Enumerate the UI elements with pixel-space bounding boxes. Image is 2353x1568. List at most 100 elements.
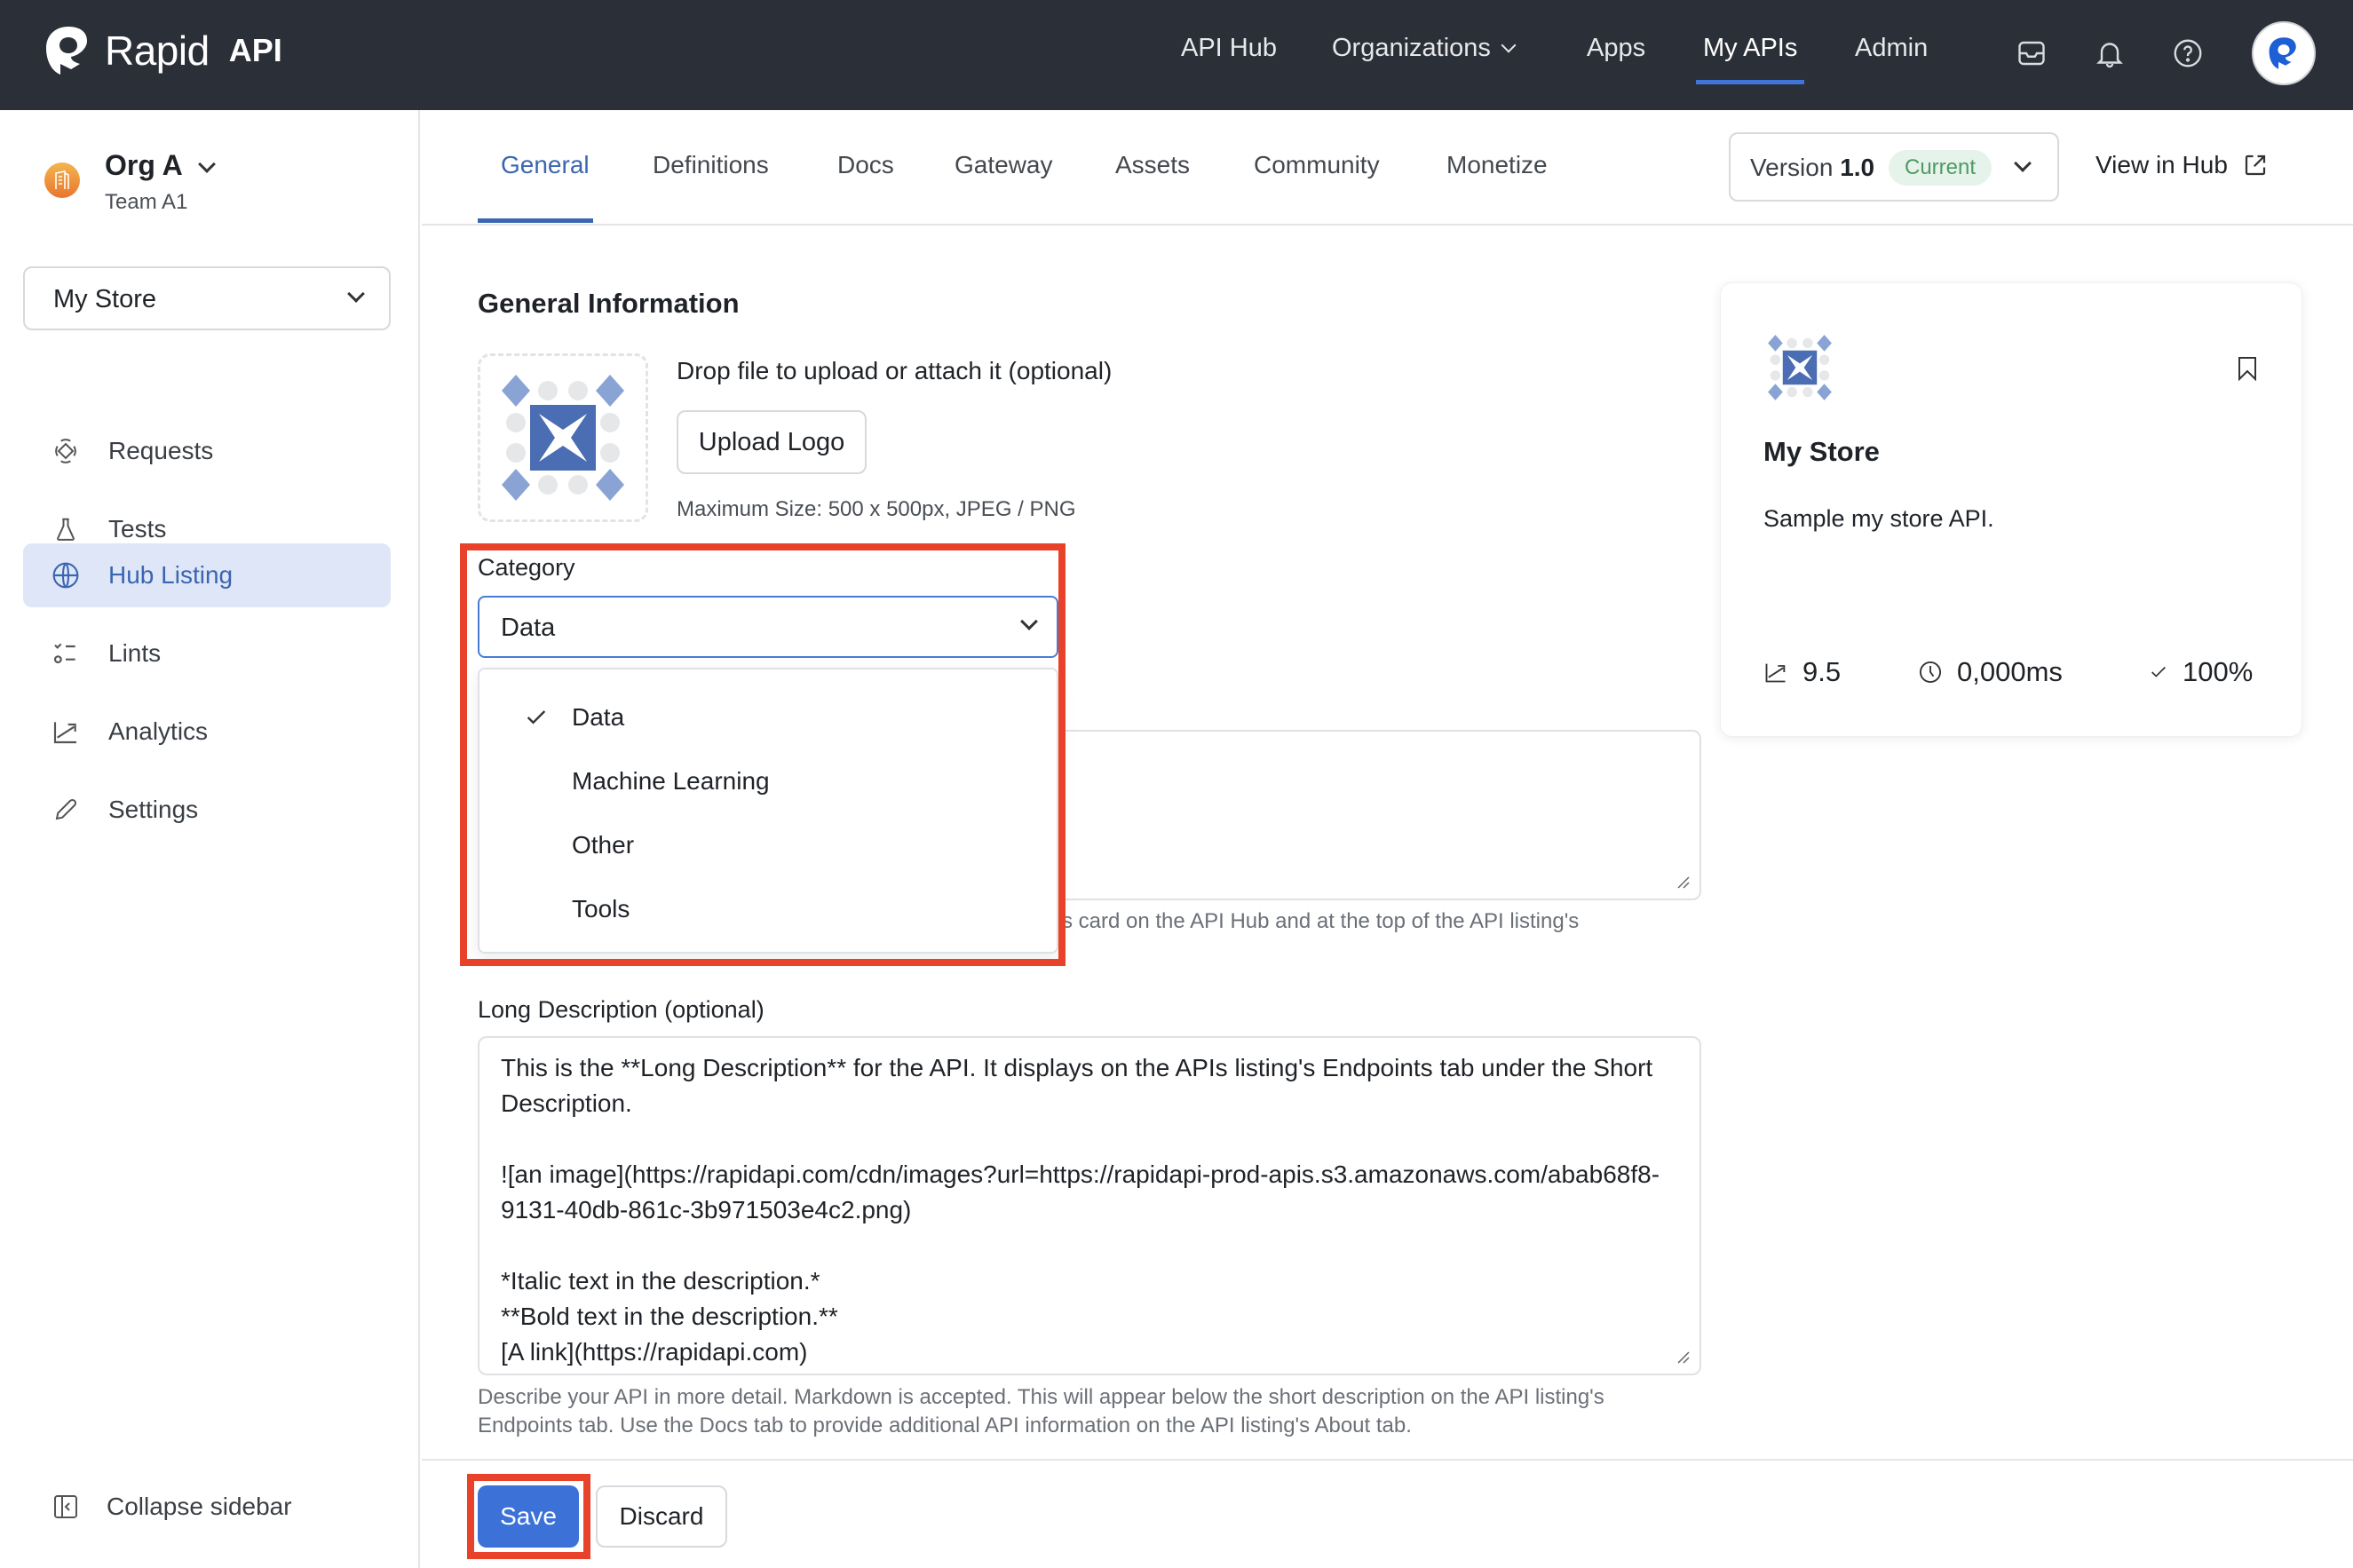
- discard-button[interactable]: Discard: [596, 1485, 727, 1548]
- sidebar-item-lints[interactable]: Lints: [23, 622, 391, 685]
- org-building-icon: [44, 162, 80, 198]
- sidebar-item-settings[interactable]: Settings: [23, 778, 391, 842]
- category-dropdown-menu: Data Machine Learning Other Tools: [478, 668, 1058, 954]
- inbox-icon[interactable]: [2016, 37, 2048, 69]
- globe-icon: [50, 559, 82, 591]
- sidebar-item-requests[interactable]: Requests: [23, 419, 391, 483]
- popularity-stat: 9.5: [1763, 656, 1841, 688]
- rapidapi-r-logo-icon: [46, 27, 87, 75]
- resize-handle-icon[interactable]: [1675, 1349, 1691, 1365]
- popularity-chart-icon: [1765, 663, 1786, 683]
- api-preview-card[interactable]: My Store Sample my store API. 9.5 0,000m…: [1720, 282, 2302, 737]
- topnav-my-apis[interactable]: My APIs: [1703, 34, 1797, 63]
- collapse-sidebar-icon: [54, 1495, 77, 1518]
- category-option-label: Machine Learning: [572, 767, 770, 795]
- view-in-hub-label: View in Hub: [2096, 151, 2228, 178]
- upload-logo-button[interactable]: Upload Logo: [677, 410, 867, 474]
- requests-icon: [50, 435, 82, 467]
- flask-icon: [50, 513, 82, 545]
- dropzone-instructions: Drop file to upload or attach it (option…: [677, 357, 1113, 384]
- api-select-value: My Store: [53, 285, 157, 313]
- version-number: 1.0: [1840, 154, 1875, 181]
- sidebar-item-label: Lints: [108, 639, 162, 667]
- topnav-apps[interactable]: Apps: [1587, 34, 1645, 63]
- pencil-icon: [50, 794, 82, 826]
- logo-dropzone[interactable]: [478, 353, 648, 522]
- topnav-organizations-label: Organizations: [1332, 34, 1491, 62]
- avatar-r-icon: [2269, 37, 2296, 69]
- view-in-hub-link[interactable]: View in Hub: [2096, 151, 2269, 179]
- topnav-organizations[interactable]: Organizations: [1332, 34, 1517, 63]
- topnav-admin[interactable]: Admin: [1855, 34, 1928, 63]
- chevron-down-icon: [347, 285, 365, 303]
- category-option-data[interactable]: Data: [479, 687, 1057, 749]
- bookmark-icon[interactable]: [2238, 356, 2257, 381]
- clock-icon: [1919, 661, 1942, 684]
- collapse-sidebar-label: Collapse sidebar: [107, 1493, 292, 1520]
- tab-bar: General Definitions Docs Gateway Assets …: [422, 110, 2353, 226]
- org-switcher[interactable]: Org A: [105, 149, 183, 182]
- tab-docs[interactable]: Docs: [837, 151, 894, 179]
- version-prefix: Version: [1750, 154, 1834, 181]
- top-navigation-bar: Rapid API API Hub Organizations Apps My …: [0, 0, 2353, 110]
- sidebar: Org A Team A1 My Store Requests Tests Hu…: [0, 110, 420, 1568]
- save-button[interactable]: Save: [478, 1485, 579, 1548]
- collapse-sidebar-button[interactable]: Collapse sidebar: [51, 1492, 292, 1522]
- sidebar-item-hub-listing[interactable]: Hub Listing: [23, 543, 391, 607]
- long-description-help: Describe your API in more detail. Markdo…: [478, 1385, 1604, 1437]
- tab-gateway[interactable]: Gateway: [955, 151, 1053, 179]
- latency-value: 0,000ms: [1957, 656, 2063, 687]
- check-icon: [527, 710, 546, 725]
- sidebar-item-label: Requests: [108, 437, 214, 464]
- long-description-textarea[interactable]: This is the **Long Description** for the…: [478, 1036, 1701, 1375]
- rapidapi-logo[interactable]: Rapid API: [44, 25, 282, 76]
- chevron-down-icon: [1501, 37, 1517, 53]
- tab-monetize[interactable]: Monetize: [1446, 151, 1548, 179]
- sidebar-item-analytics[interactable]: Analytics: [23, 700, 391, 764]
- category-option-machine-learning[interactable]: Machine Learning: [479, 751, 1057, 813]
- version-label: Version 1.0: [1750, 154, 1874, 182]
- long-description-value: This is the **Long Description** for the…: [501, 1054, 1660, 1366]
- api-logo-icon: [1768, 335, 1832, 400]
- bell-icon[interactable]: [2094, 37, 2126, 69]
- tab-general[interactable]: General: [501, 151, 590, 179]
- tab-assets[interactable]: Assets: [1115, 151, 1190, 179]
- sidebar-item-label: Hub Listing: [108, 561, 234, 589]
- sidebar-item-label: Settings: [108, 796, 199, 823]
- resize-handle-icon[interactable]: [1675, 874, 1691, 890]
- category-option-label: Data: [572, 703, 625, 731]
- logo-size-hint: Maximum Size: 500 x 500px, JPEG / PNG: [677, 497, 1076, 521]
- category-option-other[interactable]: Other: [479, 815, 1057, 877]
- version-select[interactable]: Version 1.0 Current: [1729, 132, 2059, 202]
- checklist-icon: [50, 637, 82, 669]
- section-title: General Information: [478, 288, 740, 319]
- user-avatar[interactable]: [2252, 21, 2316, 85]
- category-select-value: Data: [501, 614, 556, 642]
- success-rate-stat: 100%: [2149, 656, 2253, 688]
- help-icon[interactable]: [2172, 37, 2204, 69]
- popularity-value: 9.5: [1802, 656, 1842, 687]
- tab-community[interactable]: Community: [1254, 151, 1380, 179]
- chart-line-icon: [50, 716, 82, 748]
- category-option-tools[interactable]: Tools: [479, 879, 1057, 941]
- chevron-down-icon: [2014, 154, 2032, 172]
- category-select[interactable]: Data: [478, 596, 1058, 658]
- topnav-api-hub[interactable]: API Hub: [1181, 34, 1277, 63]
- external-link-icon: [2245, 154, 2266, 176]
- category-label: Category: [478, 554, 575, 581]
- chevron-down-icon[interactable]: [198, 155, 216, 173]
- category-option-label: Other: [572, 831, 635, 859]
- card-title: My Store: [1763, 436, 1880, 467]
- tab-definitions[interactable]: Definitions: [653, 151, 769, 179]
- category-option-label: Tools: [572, 895, 630, 923]
- check-icon: [2151, 666, 2166, 677]
- latency-stat: 0,000ms: [1918, 656, 2063, 688]
- api-logo-placeholder-icon: [502, 375, 624, 501]
- sidebar-item-label: Analytics: [108, 717, 209, 745]
- api-select[interactable]: My Store: [23, 266, 391, 330]
- active-tab-indicator: [478, 218, 593, 223]
- chevron-down-icon: [1020, 613, 1038, 630]
- team-name: Team A1: [105, 190, 188, 214]
- card-description: Sample my store API.: [1763, 505, 1994, 532]
- short-description-help: s card on the API Hub and at the top of …: [1062, 909, 1580, 933]
